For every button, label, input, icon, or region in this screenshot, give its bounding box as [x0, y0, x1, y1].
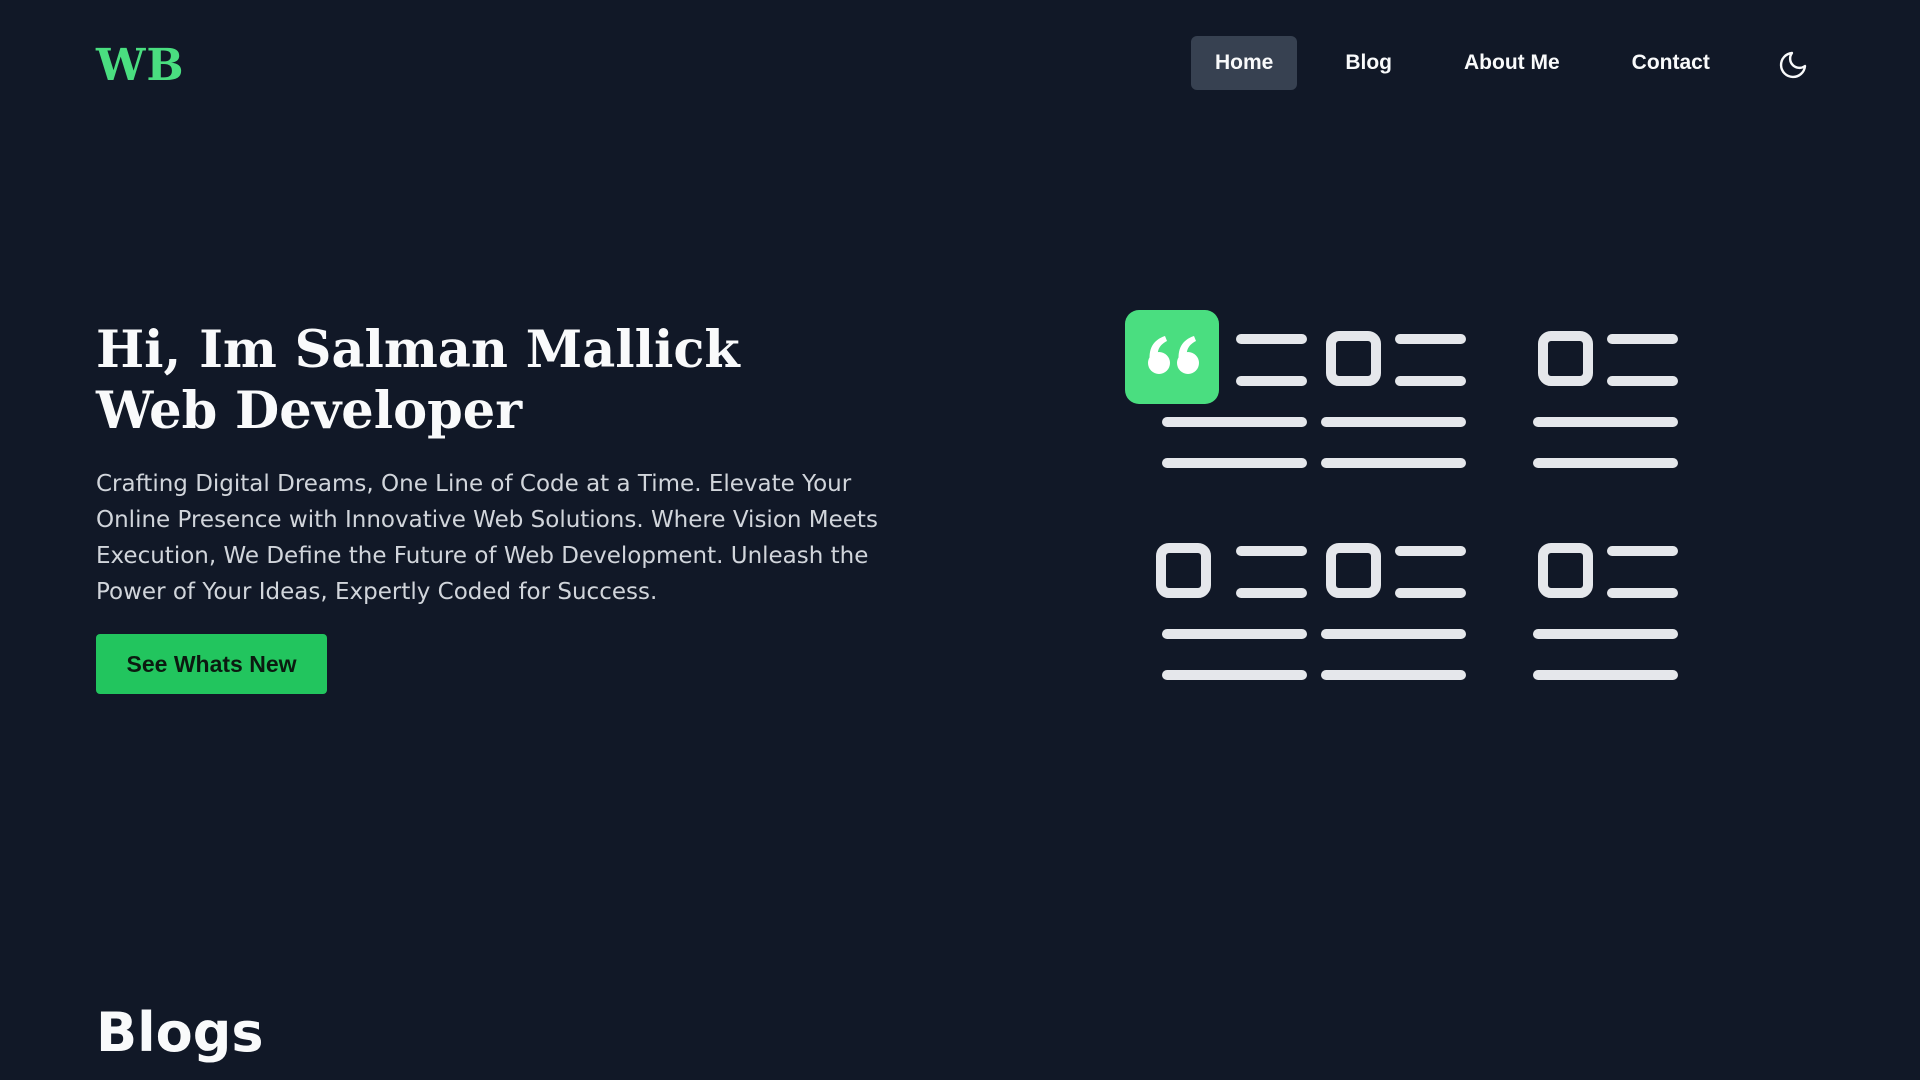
blog-list-illustration: [1125, 310, 1678, 680]
list-item-icon: [1533, 543, 1678, 680]
nav-item-about-me[interactable]: About Me: [1440, 36, 1584, 90]
hero-title-line1: Hi, Im Salman Mallick: [96, 320, 740, 380]
see-whats-new-button[interactable]: See Whats New: [96, 634, 327, 694]
theme-toggle-button[interactable]: [1777, 49, 1809, 81]
nav-item-contact[interactable]: Contact: [1608, 36, 1734, 90]
nav-item-blog[interactable]: Blog: [1321, 36, 1416, 90]
hero-title-line2: Web Developer: [96, 381, 523, 441]
list-item-icon: [1321, 543, 1466, 680]
hero-title: Hi, Im Salman Mallick Web Developer: [96, 320, 740, 442]
nav-item-home[interactable]: Home: [1191, 36, 1298, 90]
list-item-icon: [1321, 331, 1466, 468]
list-item-icon: [1533, 331, 1678, 468]
main-nav: Home Blog About Me Contact: [1191, 36, 1758, 90]
moon-icon: [1779, 51, 1807, 79]
hero-description: Crafting Digital Dreams, One Line of Cod…: [96, 471, 878, 605]
quote-icon: [1125, 310, 1219, 404]
quote-card: [1125, 310, 1307, 468]
site-logo[interactable]: WB: [96, 40, 185, 92]
blogs-heading: Blogs: [96, 1001, 264, 1064]
list-item-icon: [1156, 543, 1307, 680]
